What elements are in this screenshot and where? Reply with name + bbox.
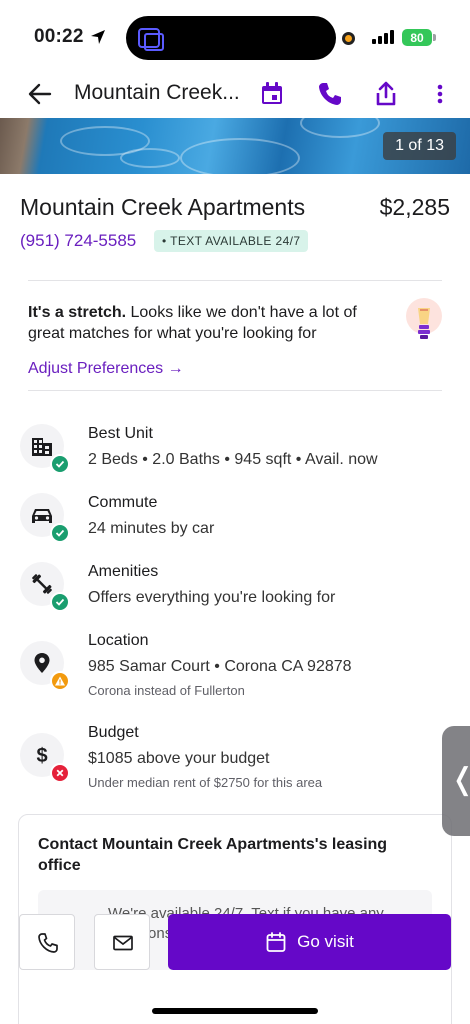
battery-tip [433, 34, 436, 41]
criteria-icon-bg [20, 641, 70, 691]
criteria-subtext: Corona instead of Fullerton [88, 683, 245, 698]
check-icon [50, 454, 70, 474]
back-arrow-icon[interactable] [26, 80, 54, 108]
phone-link[interactable]: (951) 724-5585 [20, 231, 136, 251]
call-button[interactable] [19, 914, 75, 970]
criteria-icon-bg: $ [20, 733, 70, 783]
property-price: $2,285 [379, 194, 450, 220]
share-icon[interactable] [372, 80, 400, 108]
location-pin-icon [34, 653, 50, 673]
lightbulb-icon [406, 298, 442, 339]
warning-icon [50, 671, 70, 691]
location-arrow-icon [91, 30, 105, 44]
divider [28, 280, 442, 281]
chevron-left-icon: ❬ [450, 762, 470, 797]
car-icon [32, 509, 52, 523]
go-visit-label: Go visit [297, 932, 354, 951]
divider [28, 390, 442, 391]
criteria-detail: 2 Beds • 2.0 Baths • 945 sqft • Avail. n… [88, 451, 378, 468]
side-panel-handle[interactable]: ❬ [442, 726, 470, 836]
dollar-icon: $ [36, 745, 47, 767]
criteria-icon-bg [20, 562, 70, 612]
text-available-badge: • TEXT AVAILABLE 24/7 [154, 230, 309, 252]
criteria-detail: $1085 above your budget [88, 750, 270, 767]
calendar-icon[interactable] [258, 80, 286, 108]
check-icon [50, 592, 70, 612]
criteria-icon-bg [20, 493, 70, 543]
adjust-preferences-link[interactable]: Adjust Preferences → [28, 360, 184, 378]
building-icon [32, 438, 52, 456]
check-icon [50, 523, 70, 543]
screen-mirror-icon [138, 28, 164, 51]
phone-icon[interactable] [316, 80, 344, 108]
criteria-detail: 24 minutes by car [88, 520, 215, 537]
criteria-title: Best Unit [88, 425, 153, 442]
property-photo[interactable]: 1 of 13 [0, 118, 470, 174]
contact-title: Contact Mountain Creek Apartments's leas… [38, 836, 388, 874]
calendar-icon [266, 932, 286, 952]
criteria-detail: 985 Samar Court • Corona CA 92878 [88, 658, 352, 675]
criteria-title: Amenities [88, 563, 159, 580]
criteria-title: Location [88, 632, 149, 649]
dynamic-island [126, 16, 336, 60]
battery-icon: 80 [402, 29, 432, 46]
status-time: 00:22 [34, 26, 84, 47]
more-vertical-icon[interactable] [426, 80, 454, 108]
dumbbell-icon [32, 574, 52, 594]
photo-counter: 1 of 13 [383, 132, 456, 160]
criteria-detail: Offers everything you're looking for [88, 589, 336, 606]
status-bar: 00:22 80 [0, 0, 470, 72]
camera-indicator [342, 32, 355, 45]
header: Mountain Creek... [0, 72, 470, 118]
stretch-message: It's a stretch. Looks like we don't have… [28, 302, 388, 344]
property-name: Mountain Creek Apartments [20, 194, 306, 220]
home-indicator[interactable] [152, 1008, 318, 1014]
page-title: Mountain Creek... [74, 81, 240, 104]
email-button[interactable] [94, 914, 150, 970]
signal-icon [372, 30, 394, 44]
criteria-title: Commute [88, 494, 158, 511]
svg-text:$: $ [36, 745, 47, 767]
mail-icon [113, 935, 133, 951]
phone-icon [38, 933, 58, 953]
error-icon [50, 763, 70, 783]
criteria-title: Budget [88, 724, 139, 741]
criteria-icon-bg [20, 424, 70, 474]
criteria-subtext: Under median rent of $2750 for this area [88, 775, 323, 790]
stretch-heading: It's a stretch. [28, 304, 127, 321]
go-visit-button[interactable]: Go visit [168, 914, 451, 970]
